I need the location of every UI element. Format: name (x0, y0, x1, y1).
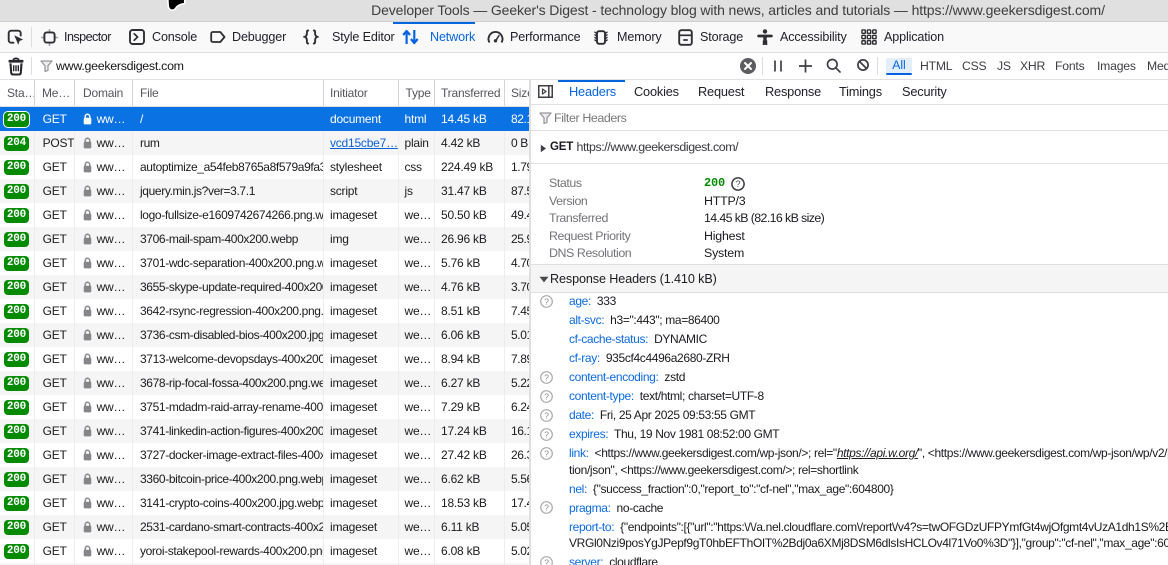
svg-text:?: ? (544, 391, 549, 401)
svg-text:?: ? (735, 179, 740, 189)
svg-text:?: ? (544, 372, 549, 382)
svg-text:?: ? (544, 448, 549, 458)
svg-text:?: ? (544, 503, 549, 513)
svg-text:?: ? (544, 558, 549, 565)
svg-text:?: ? (544, 410, 549, 420)
svg-text:?: ? (544, 296, 549, 306)
svg-text:?: ? (544, 429, 549, 439)
